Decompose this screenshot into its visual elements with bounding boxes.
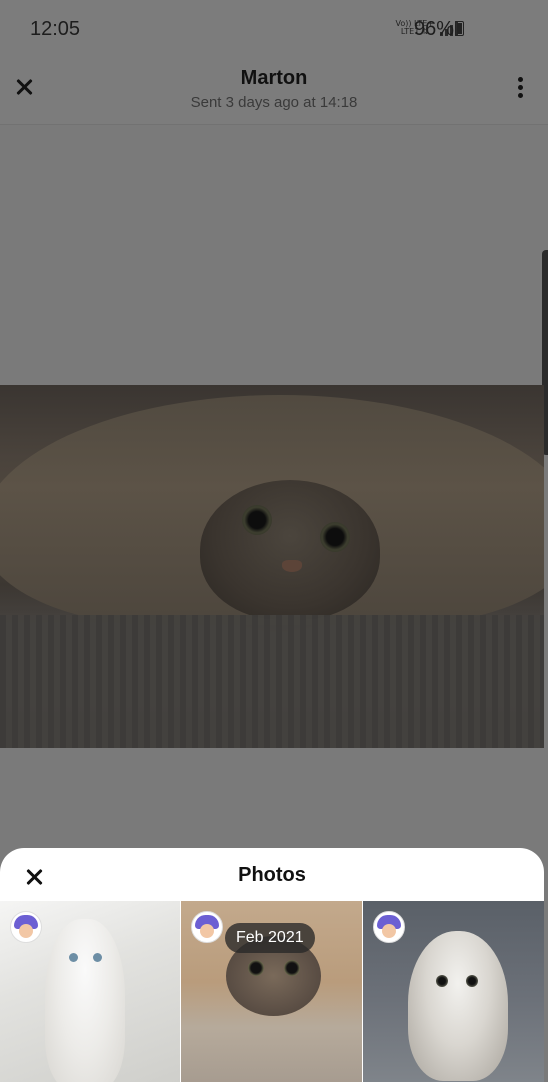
- sender-name: Marton: [240, 67, 308, 89]
- white-kitten-image: [45, 919, 125, 1082]
- battery-percentage: 96%: [413, 18, 454, 40]
- avatar: [373, 911, 405, 943]
- cat-face: [200, 480, 380, 620]
- sent-time: Sent 3 days ago at 14:18: [190, 94, 358, 111]
- cat-eye-right: [320, 522, 350, 552]
- status-bar: 12:05 Vo)) LTE+ LTE1 ⇅ 96%: [0, 0, 548, 58]
- main-photo[interactable]: [0, 385, 544, 748]
- grey-kitten-image: [408, 931, 508, 1081]
- clock: 12:05: [30, 18, 81, 40]
- more-options-icon[interactable]: [518, 77, 524, 101]
- photo-thumbnail[interactable]: [0, 901, 180, 1082]
- cat-nose: [282, 560, 302, 572]
- floor: [0, 615, 544, 748]
- photo-thumbnail[interactable]: [363, 901, 544, 1082]
- photos-sheet: Photos Feb 2021: [0, 848, 544, 1082]
- battery-icon: [455, 21, 464, 36]
- photo-thumbnail[interactable]: Feb 2021: [181, 901, 362, 1082]
- sheet-title: Photos: [238, 864, 306, 886]
- avatar: [191, 911, 223, 943]
- photo-grid: Feb 2021: [0, 901, 544, 1082]
- date-badge: Feb 2021: [225, 923, 315, 953]
- viewer-header: Marton Sent 3 days ago at 14:18: [0, 58, 548, 125]
- cat-eye-left: [242, 505, 272, 535]
- avatar: [10, 911, 42, 943]
